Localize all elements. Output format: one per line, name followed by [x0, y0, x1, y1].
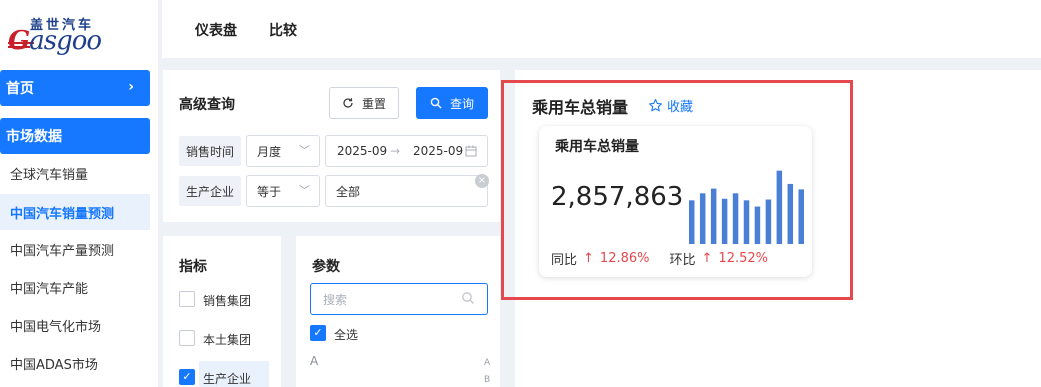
checkbox-label: 本土集团 [203, 333, 252, 347]
query-button[interactable]: 查询 [416, 87, 488, 119]
checkbox-sales-group[interactable] [179, 291, 195, 307]
index-letter[interactable]: A [484, 358, 490, 368]
checkbox-label: 生产企业 [203, 372, 252, 386]
reset-button[interactable]: 重置 [329, 87, 399, 119]
select-all-label: 全选 [334, 328, 359, 342]
operator-select-value: 等于 [257, 184, 282, 199]
highlight-box [501, 80, 853, 300]
date-range-picker[interactable]: 2025-09 → 2025-09 [325, 135, 488, 167]
chevron-down-icon: ﹀ [299, 144, 310, 157]
sidebar-item-label: 中国ADAS市场 [10, 357, 98, 373]
logo-en-text: Gasgoo [8, 26, 102, 56]
sidebar-item-china-sales-forecast[interactable]: 中国汽车销量预测 [0, 194, 150, 230]
range-arrow-icon: → [390, 144, 401, 158]
advanced-query-panel: 高级查询 重置 查询 销售时间 月度 ﹀ 2025-09 → 2025-09 生… [163, 70, 500, 222]
query-title: 高级查询 [179, 97, 235, 113]
indicators-panel: 指标 销售集团 本土集团 ✓ 生产企业 [163, 236, 281, 387]
top-bar: 仪表盘 比较 [162, 0, 1041, 58]
operator-select[interactable]: 等于 ﹀ [246, 175, 320, 207]
app-root: 盖世汽车 Gasgoo 首页 › 市场数据 全球汽车销量 中国汽车销量预测 中国… [0, 0, 1041, 387]
gasgoo-logo[interactable]: 盖世汽车 Gasgoo [8, 14, 124, 58]
checkbox-label: 销售集团 [203, 294, 252, 308]
reset-button-label: 重置 [361, 96, 386, 111]
chevron-right-icon: › [128, 79, 134, 95]
sidebar-item-electrification[interactable]: 中国电气化市场 [0, 307, 150, 343]
manufacturer-select-value: 全部 [336, 184, 361, 199]
nav-section-market-data[interactable]: 市场数据 [0, 118, 150, 154]
sales-time-label: 销售时间 [179, 136, 241, 166]
sidebar-item-china-production-forecast[interactable]: 中国汽车产量预测 [0, 231, 150, 267]
calendar-icon [465, 145, 477, 157]
params-panel: 参数 搜索 ✓ 全选 A A B [296, 236, 500, 387]
manufacturer-select[interactable]: 全部 × [325, 174, 489, 207]
sidebar-item-label: 全球汽车销量 [10, 167, 89, 183]
search-icon [462, 292, 474, 304]
sidebar-item-label: 中国汽车销量预测 [10, 206, 115, 222]
sidebar-item-label: 中国汽车产量预测 [10, 243, 115, 259]
tab-compare[interactable]: 比较 [269, 20, 297, 40]
query-button-label: 查询 [449, 96, 474, 111]
refresh-icon [343, 98, 353, 108]
nav-home-label: 首页 [6, 81, 34, 97]
tab-dashboard[interactable]: 仪表盘 [195, 20, 237, 40]
sidebar: 盖世汽车 Gasgoo 首页 › 市场数据 全球汽车销量 中国汽车销量预测 中国… [0, 0, 158, 387]
search-placeholder: 搜索 [323, 292, 348, 307]
manufacturer-label: 生产企业 [179, 176, 241, 206]
clear-icon[interactable]: × [475, 174, 489, 188]
checkbox-manufacturer[interactable]: ✓ [179, 369, 195, 385]
period-select-value: 月度 [257, 144, 282, 159]
nav-section-label: 市场数据 [6, 129, 62, 145]
search-icon [430, 97, 442, 109]
range-end: 2025-09 [413, 144, 464, 158]
checkbox-domestic-group[interactable] [179, 330, 195, 346]
indicators-title: 指标 [179, 259, 207, 275]
sidebar-item-china-capacity[interactable]: 中国汽车产能 [0, 269, 150, 305]
sidebar-item-label: 中国汽车产能 [10, 281, 89, 297]
sidebar-item-global-sales[interactable]: 全球汽车销量 [0, 155, 150, 191]
sidebar-item-label: 中国电气化市场 [10, 319, 102, 335]
range-start: 2025-09 [337, 144, 388, 158]
index-letter[interactable]: B [484, 375, 490, 385]
checkbox-select-all[interactable]: ✓ [310, 325, 326, 341]
nav-home[interactable]: 首页 › [0, 70, 150, 106]
period-select[interactable]: 月度 ﹀ [246, 135, 320, 167]
sidebar-item-adas[interactable]: 中国ADAS市场 [0, 345, 150, 381]
params-search-input[interactable]: 搜索 [310, 283, 488, 315]
group-letter: A [310, 354, 319, 368]
chevron-down-icon: ﹀ [299, 184, 310, 197]
params-title: 参数 [312, 259, 340, 275]
